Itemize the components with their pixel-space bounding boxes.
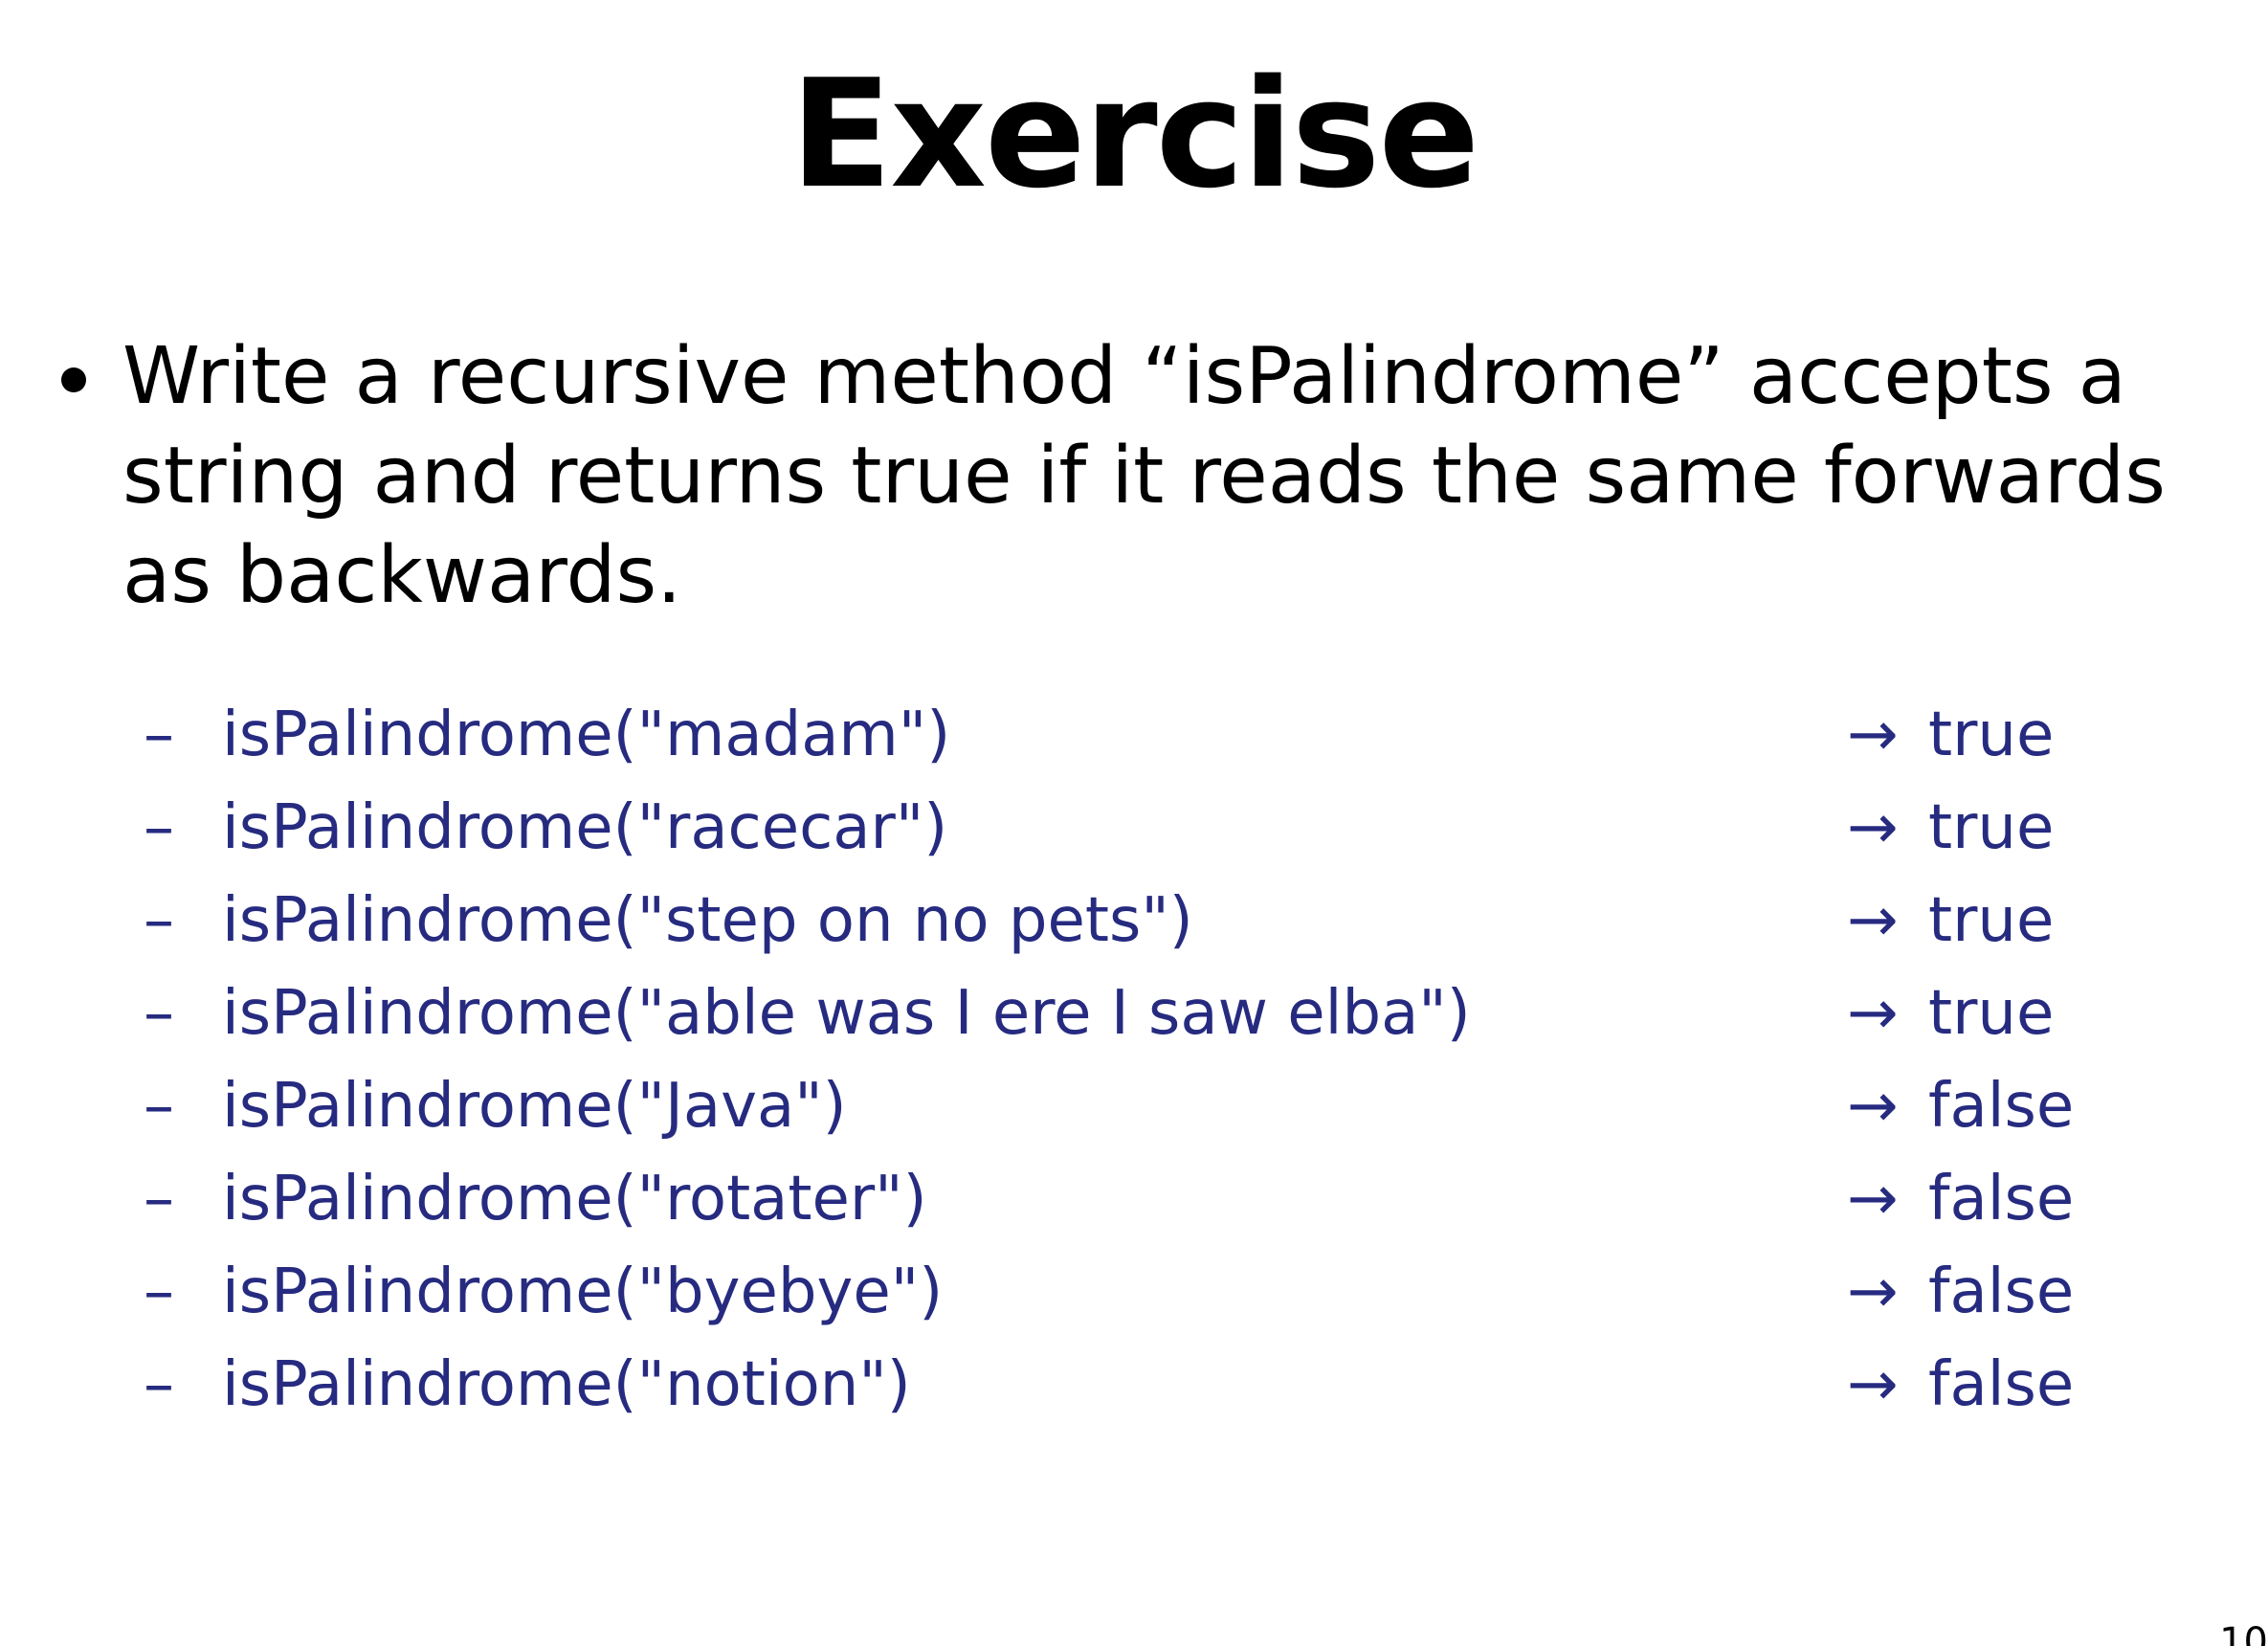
arrow-icon: → xyxy=(1847,1257,1899,1327)
example-row: – isPalindrome("rotater") → false xyxy=(144,1153,2153,1246)
example-call: isPalindrome("step on no pets") xyxy=(222,885,1193,956)
example-call: isPalindrome("madam") xyxy=(222,700,951,770)
dash-marker: – xyxy=(144,792,174,863)
example-call: isPalindrome("byebye") xyxy=(222,1257,944,1327)
example-call: isPalindrome("rotater") xyxy=(222,1164,927,1234)
example-result: true xyxy=(1928,978,2055,1049)
dash-marker: – xyxy=(144,1164,174,1234)
arrow-icon: → xyxy=(1847,885,1899,956)
example-row: – isPalindrome("step on no pets") → true xyxy=(144,875,2153,968)
slide-title: Exercise xyxy=(789,47,1480,221)
example-call: isPalindrome("Java") xyxy=(222,1071,847,1142)
arrow-icon: → xyxy=(1847,792,1899,863)
example-result: true xyxy=(1928,792,2055,863)
example-result: false xyxy=(1928,1257,2075,1327)
dash-marker: – xyxy=(144,978,174,1049)
example-row: – isPalindrome("racecar") → true xyxy=(144,782,2153,875)
arrow-icon: → xyxy=(1847,1164,1899,1234)
example-row: – isPalindrome("byebye") → false xyxy=(144,1246,2153,1339)
slide: Exercise Write a recursive method “isPal… xyxy=(0,0,2268,1646)
arrow-icon: → xyxy=(1847,700,1899,770)
example-call: isPalindrome("racecar") xyxy=(222,792,948,863)
example-call: isPalindrome("notion") xyxy=(222,1349,911,1420)
example-result: false xyxy=(1928,1349,2075,1420)
bullet-dot-icon xyxy=(61,367,86,392)
bullet-text: Write a recursive method “isPalindrome” … xyxy=(122,331,2166,621)
page-number: 10 xyxy=(2219,1620,2268,1646)
example-call: isPalindrome("able was I ere I saw elba"… xyxy=(222,978,1471,1049)
example-result: true xyxy=(1928,885,2055,956)
example-row: – isPalindrome("Java") → false xyxy=(144,1060,2153,1153)
example-row: – isPalindrome("notion") → false xyxy=(144,1339,2153,1432)
dash-marker: – xyxy=(144,1071,174,1142)
example-row: – isPalindrome("madam") → true xyxy=(144,689,2153,782)
dash-marker: – xyxy=(144,1349,174,1420)
example-result: true xyxy=(1928,700,2055,770)
example-result: false xyxy=(1928,1071,2075,1142)
examples-list: – isPalindrome("madam") → true – isPalin… xyxy=(144,689,2153,1432)
example-row: – isPalindrome("able was I ere I saw elb… xyxy=(144,968,2153,1060)
example-result: false xyxy=(1928,1164,2075,1234)
arrow-icon: → xyxy=(1847,1349,1899,1420)
dash-marker: – xyxy=(144,885,174,956)
arrow-icon: → xyxy=(1847,1071,1899,1142)
dash-marker: – xyxy=(144,1257,174,1327)
arrow-icon: → xyxy=(1847,978,1899,1049)
dash-marker: – xyxy=(144,700,174,770)
